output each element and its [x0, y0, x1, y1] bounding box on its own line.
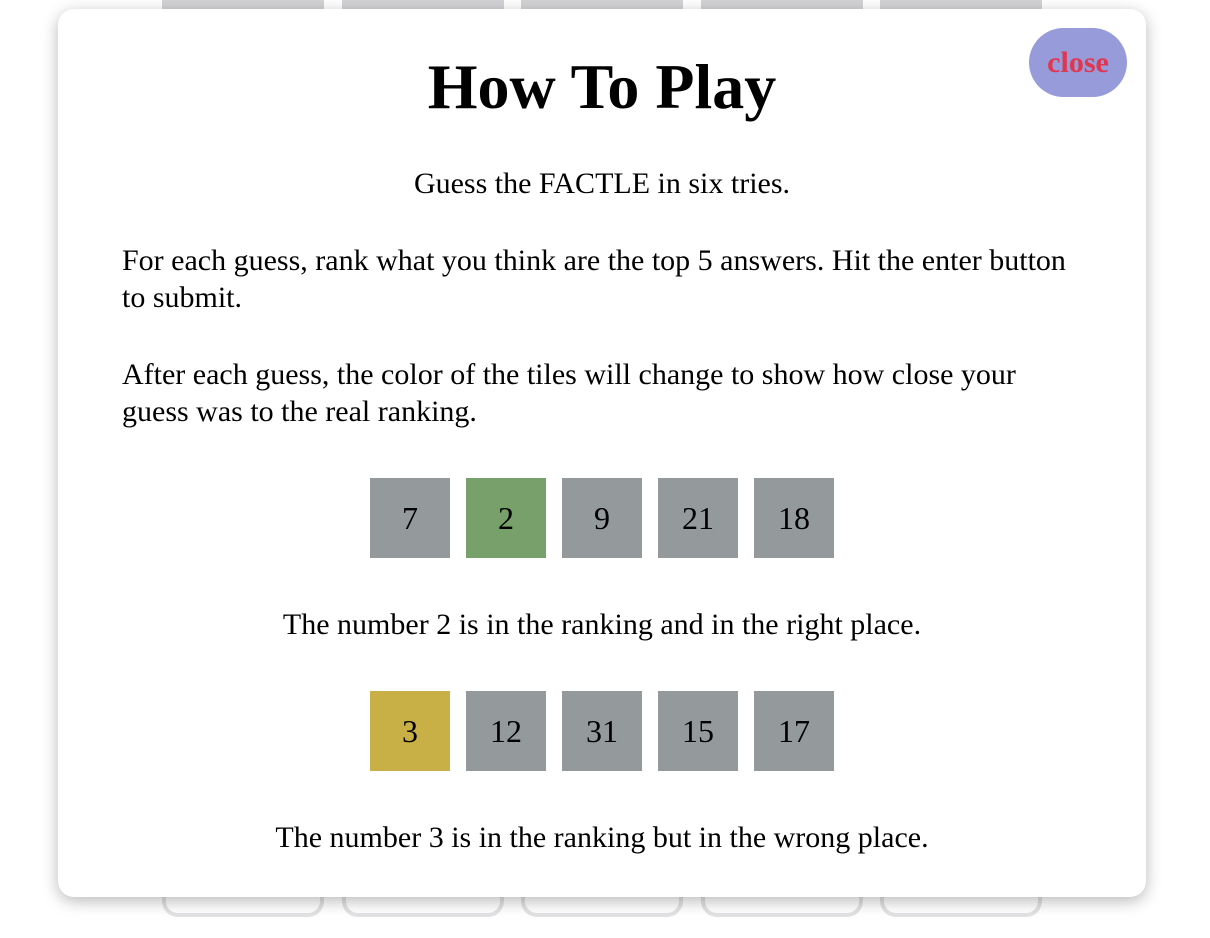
example-tile: 18: [754, 478, 834, 558]
example-tile: 3: [370, 691, 450, 771]
instructions-text-2: After each guess, the color of the tiles…: [122, 358, 1016, 428]
example-tile: 17: [754, 691, 834, 771]
example-row-2: 3 12 31 15 17: [370, 691, 834, 771]
intro-text: Guess the FACTLE in six tries.: [413, 167, 791, 200]
instructions-text-1: For each guess, rank what you think are …: [122, 244, 1066, 314]
example-caption-1: The number 2 is in the ranking and in th…: [282, 608, 922, 641]
modal-title: How To Play: [427, 51, 777, 122]
example-tile: 15: [658, 691, 738, 771]
example-caption-2: The number 3 is in the ranking but in th…: [275, 821, 929, 854]
example-tile: 2: [466, 478, 546, 558]
example-row-1: 7 2 9 21 18: [370, 478, 834, 558]
how-to-play-modal: close How To Play Guess the FACTLE in si…: [58, 9, 1146, 897]
example-tile: 7: [370, 478, 450, 558]
example-tile: 21: [658, 478, 738, 558]
example-tile: 12: [466, 691, 546, 771]
example-tile: 31: [562, 691, 642, 771]
example-tile: 9: [562, 478, 642, 558]
